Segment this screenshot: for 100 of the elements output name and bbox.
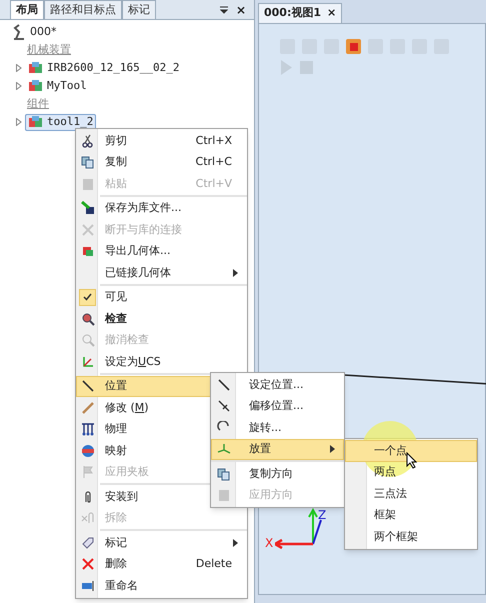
menu-item[interactable]: 重命名 — [76, 575, 247, 596]
paste-icon — [80, 176, 94, 191]
station-label[interactable]: 000* — [30, 24, 56, 40]
menu-item-label: 复制方向 — [249, 466, 293, 482]
group-heading: 机械装置 — [27, 42, 71, 58]
view-tab[interactable]: 000:视图1 × — [258, 3, 342, 23]
submenu-arrow-icon — [233, 538, 238, 547]
menu-item-label: 修改 (M) — [105, 400, 149, 416]
menu-item-label: 标记 — [105, 534, 127, 550]
copy-icon — [217, 466, 231, 481]
panel-tab[interactable]: 路径和目标点 — [44, 0, 122, 19]
menu-item-label: 映射 — [105, 442, 127, 458]
menu-item[interactable]: 放置 — [211, 438, 344, 460]
menu-item[interactable]: 设定为UCS — [76, 351, 247, 372]
menu-item[interactable]: 保存为库文件... — [76, 198, 247, 219]
ucs-icon — [80, 354, 94, 369]
menu-item-label: 断开与库的连接 — [105, 222, 182, 238]
axes-drawing — [275, 508, 325, 552]
menu-item[interactable]: 两点 — [345, 462, 477, 483]
expand-icon[interactable] — [16, 64, 22, 72]
menu-item[interactable]: 标记 — [76, 532, 247, 554]
tree-item[interactable]: IRB2600_12_165__02_2 — [25, 60, 182, 76]
menu-item[interactable]: 框架 — [345, 504, 477, 526]
panel-tab[interactable]: 布局 — [10, 0, 44, 19]
menu-item-label: 放置 — [249, 441, 271, 457]
menu-item[interactable]: 旋转... — [211, 417, 344, 438]
component-icon — [28, 61, 44, 75]
paste-icon — [217, 488, 231, 502]
cursor-icon — [406, 452, 417, 469]
menu-item-label: 设定为UCS — [105, 354, 161, 370]
export-icon — [80, 244, 94, 258]
delete-icon — [80, 557, 94, 572]
menu-item[interactable]: 两个框架 — [345, 526, 477, 548]
menu-item-label: 保存为库文件... — [105, 200, 182, 216]
physics-icon — [80, 422, 94, 436]
menu-item-label: 导出几何体... — [105, 243, 170, 259]
menu-item-label: 旋转... — [249, 420, 282, 436]
rename-icon — [80, 578, 94, 593]
close-button[interactable]: × — [236, 3, 246, 17]
menu-item-label: 已链接几何体 — [105, 264, 171, 280]
shortcut-label: Ctrl+V — [196, 176, 232, 192]
axis-label: Z — [318, 508, 326, 522]
offset-icon — [217, 399, 231, 414]
component-icon — [28, 115, 44, 129]
menu-item[interactable]: 复制方向 — [211, 463, 344, 484]
menu-item[interactable]: 检查 — [76, 308, 247, 330]
component-icon — [28, 79, 44, 93]
menu-item[interactable]: 复制 Ctrl+C — [76, 152, 247, 173]
copy-icon — [80, 155, 94, 170]
save-icon — [80, 201, 94, 216]
menu-item-label: 删除 — [105, 556, 127, 572]
pencil-icon — [80, 400, 94, 415]
shortcut-label: Ctrl+C — [196, 154, 232, 170]
view-tab-title: 000:视图1 — [264, 5, 322, 22]
unlink-icon — [80, 222, 94, 237]
flag-icon — [80, 465, 94, 480]
panel-tab[interactable]: 标记 — [122, 0, 156, 19]
tag-icon — [80, 536, 94, 550]
toolbar-icon[interactable] — [345, 38, 362, 55]
tree-item[interactable]: MyTool — [25, 78, 90, 94]
close-icon[interactable]: × — [327, 5, 336, 22]
menu-item-label: 粘贴 — [105, 176, 127, 192]
menu-item-label: 重命名 — [105, 578, 138, 594]
menu-item-label: 设定位置... — [249, 376, 304, 392]
group-heading: 组件 — [27, 96, 49, 112]
menu-item[interactable]: 导出几何体... — [76, 240, 247, 262]
menu-item-label: 应用夹板 — [105, 464, 149, 480]
menu-item-label: 复制 — [105, 154, 127, 170]
scissors-icon — [80, 134, 94, 148]
menu-item[interactable]: 删除 Delete — [76, 554, 247, 575]
expand-icon[interactable] — [16, 82, 22, 90]
tree-item[interactable]: tool1_2 — [25, 114, 96, 130]
menu-item-label: 位置 — [105, 378, 127, 394]
magnifier-icon — [80, 333, 94, 348]
submenu-arrow-icon — [233, 268, 238, 277]
menu-item[interactable]: 偏移位置... — [211, 396, 344, 417]
detach-icon — [80, 511, 94, 526]
menu-item[interactable]: 三点法 — [345, 483, 477, 504]
menu-item[interactable]: 可见 — [76, 286, 247, 308]
menu-item-label: 偏移位置... — [249, 398, 304, 414]
expand-icon[interactable] — [16, 118, 22, 126]
shortcut-label: Delete — [196, 556, 232, 572]
stop-icon[interactable] — [299, 59, 314, 76]
menu-item[interactable]: 剪切 Ctrl+X — [76, 130, 247, 152]
menu-item-label: 可见 — [105, 289, 127, 305]
menu-item-label: 撤消检查 — [105, 332, 149, 348]
dropdown-icon[interactable] — [220, 6, 228, 14]
menu-item[interactable]: 一个点 — [345, 440, 477, 462]
menu-item-label: 拆除 — [105, 510, 127, 526]
shortcut-label: Ctrl+X — [196, 132, 232, 148]
menu-item-label: 安装到 — [105, 488, 138, 504]
inspect-icon — [80, 312, 94, 326]
menu-item-label: 检查 — [105, 310, 127, 326]
menu-item-label: 物理 — [105, 421, 127, 437]
menu-item-label: 剪切 — [105, 132, 127, 148]
play-icon[interactable] — [279, 59, 294, 76]
axis-label: X — [265, 536, 274, 550]
menu-item[interactable]: 已链接几何体 — [76, 262, 247, 284]
axes-icon — [217, 442, 231, 456]
submenu-arrow-icon — [330, 445, 335, 454]
